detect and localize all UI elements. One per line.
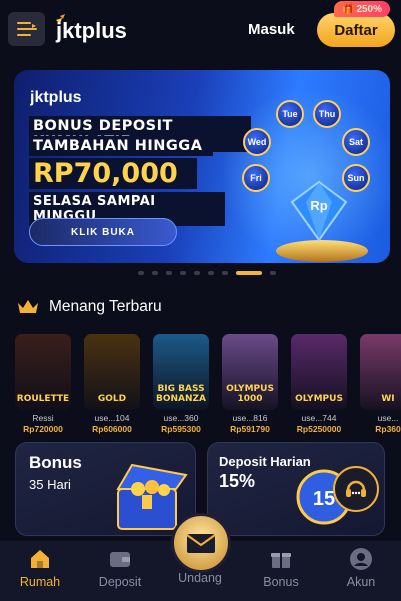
game-title-art: WI (381, 394, 395, 404)
carousel-dot[interactable] (138, 271, 144, 275)
winner-username: Ressi (32, 413, 54, 423)
recent-wins-list: ROULETTE Ressi Rp720000 GOLD use...104 Rp6060… (15, 334, 401, 438)
win-amount: Rp720000 (23, 424, 63, 434)
banner-subheadline: TAMBAHAN HINGGA (29, 136, 213, 156)
carousel-dot[interactable] (166, 271, 172, 275)
badge-15-text: 15 (313, 488, 335, 510)
recent-win-item[interactable]: BIG BASS BONANZA use...360 Rp595300 (153, 334, 209, 434)
day-thu: Thu (313, 100, 341, 128)
banner-cta-button[interactable]: KLIK BUKA (29, 218, 177, 246)
promo-badge-text: 250% (356, 3, 383, 15)
win-amount: Rp606000 (92, 424, 132, 434)
daily-deposit-percent: 15% (219, 471, 256, 491)
nav-invite[interactable]: Undang (170, 571, 230, 585)
hamburger-icon (16, 22, 37, 36)
svg-text:jktplus: jktplus (30, 89, 82, 106)
carousel-dot[interactable] (270, 271, 276, 275)
win-amount: Rp595300 (161, 424, 201, 434)
bonus-card-title: Bonus (29, 453, 82, 472)
recent-win-item[interactable]: WI use... Rp360 (360, 334, 401, 434)
banner-logo: jktplus (29, 86, 94, 111)
carousel-dot[interactable] (208, 271, 214, 275)
recent-win-item[interactable]: GOLD use...104 Rp606000 (84, 334, 140, 434)
recent-win-item[interactable]: OLYMPUS use...744 Rp5250000 (291, 334, 347, 434)
day-wed: Wed (243, 128, 271, 156)
svg-text:jktplus: jktplus (55, 18, 127, 43)
win-amount: Rp5250000 (296, 424, 342, 434)
winner-username: use...104 (94, 413, 130, 423)
bonus-card[interactable]: Bonus 35 Hari (15, 442, 196, 536)
winner-username: use... (377, 413, 399, 423)
game-thumbnail[interactable]: WI (360, 334, 401, 410)
menu-button[interactable] (8, 12, 45, 46)
carousel-dots (138, 270, 276, 276)
winner-username: use...816 (232, 413, 268, 423)
app-logo[interactable]: jktplus (54, 14, 138, 44)
headset-icon (346, 480, 366, 497)
promo-badge: 🎁 250% (334, 1, 390, 17)
carousel-dot[interactable] (152, 271, 158, 275)
game-thumbnail[interactable]: BIG BASS BONANZA (153, 334, 209, 410)
gift-icon: 🎁 (341, 3, 355, 15)
nav-account[interactable]: Akun (331, 547, 391, 589)
recent-win-item[interactable]: ROULETTE Ressi Rp720000 (15, 334, 71, 434)
game-thumbnail[interactable]: OLYMPUS (291, 334, 347, 410)
nav-home[interactable]: Rumah (10, 547, 70, 589)
invite-fab-button[interactable] (171, 513, 231, 573)
register-button[interactable]: Daftar (317, 13, 395, 47)
recent-wins-header: Menang Terbaru (17, 298, 162, 316)
game-title-art: BIG BASS BONANZA (155, 384, 207, 404)
bonus-card-subtitle: 35 Hari (29, 477, 71, 492)
live-chat-button[interactable] (333, 466, 379, 512)
carousel-dot[interactable] (194, 271, 200, 275)
win-amount: Rp360 (375, 424, 401, 434)
nav-account-label: Akun (346, 575, 376, 589)
login-link[interactable]: Masuk (248, 21, 295, 38)
carousel-dot[interactable] (236, 271, 262, 275)
recent-wins-title: Menang Terbaru (49, 298, 162, 315)
home-icon (31, 550, 49, 568)
top-header: jktplus Masuk Daftar 🎁 250% (0, 0, 401, 60)
gift-icon (271, 553, 291, 568)
user-icon (350, 548, 372, 570)
carousel-dot[interactable] (222, 271, 228, 275)
recent-win-item[interactable]: OLYMPUS 1000 use...816 Rp591790 (222, 334, 278, 434)
game-title-art: ROULETTE (16, 394, 70, 404)
day-sat: Sat (342, 128, 370, 156)
winner-username: use...360 (163, 413, 199, 423)
pedestal-graphic (276, 240, 368, 262)
game-thumbnail[interactable]: GOLD (84, 334, 140, 410)
wallet-icon (110, 552, 130, 567)
game-thumbnail[interactable]: ROULETTE (15, 334, 71, 410)
banner-amount: RP70,000 (29, 158, 197, 189)
nav-home-label: Rumah (19, 575, 61, 589)
carousel-dot[interactable] (180, 271, 186, 275)
game-title-art: GOLD (97, 394, 127, 404)
day-tue: Tue (276, 100, 304, 128)
envelope-icon (186, 534, 216, 553)
crown-icon (18, 300, 38, 313)
winner-username: use...744 (301, 413, 337, 423)
day-fri: Fri (242, 164, 270, 192)
nav-bonus-label: Bonus (263, 575, 299, 589)
gem-label: Rp (310, 198, 327, 213)
win-amount: Rp591790 (230, 424, 270, 434)
game-thumbnail[interactable]: OLYMPUS 1000 (222, 334, 278, 410)
game-title-art: OLYMPUS (295, 394, 343, 404)
nav-deposit[interactable]: Deposit (90, 547, 150, 589)
promo-banner[interactable]: jktplus BONUS DEPOSIT KUMULATIF TAMBAHAN… (14, 70, 390, 263)
nav-invite-label: Undang (178, 571, 222, 585)
game-title-art: OLYMPUS 1000 (226, 384, 274, 404)
nav-bonus[interactable]: Bonus (251, 547, 311, 589)
nav-deposit-label: Deposit (98, 575, 142, 589)
diamond-icon: Rp (290, 180, 348, 242)
